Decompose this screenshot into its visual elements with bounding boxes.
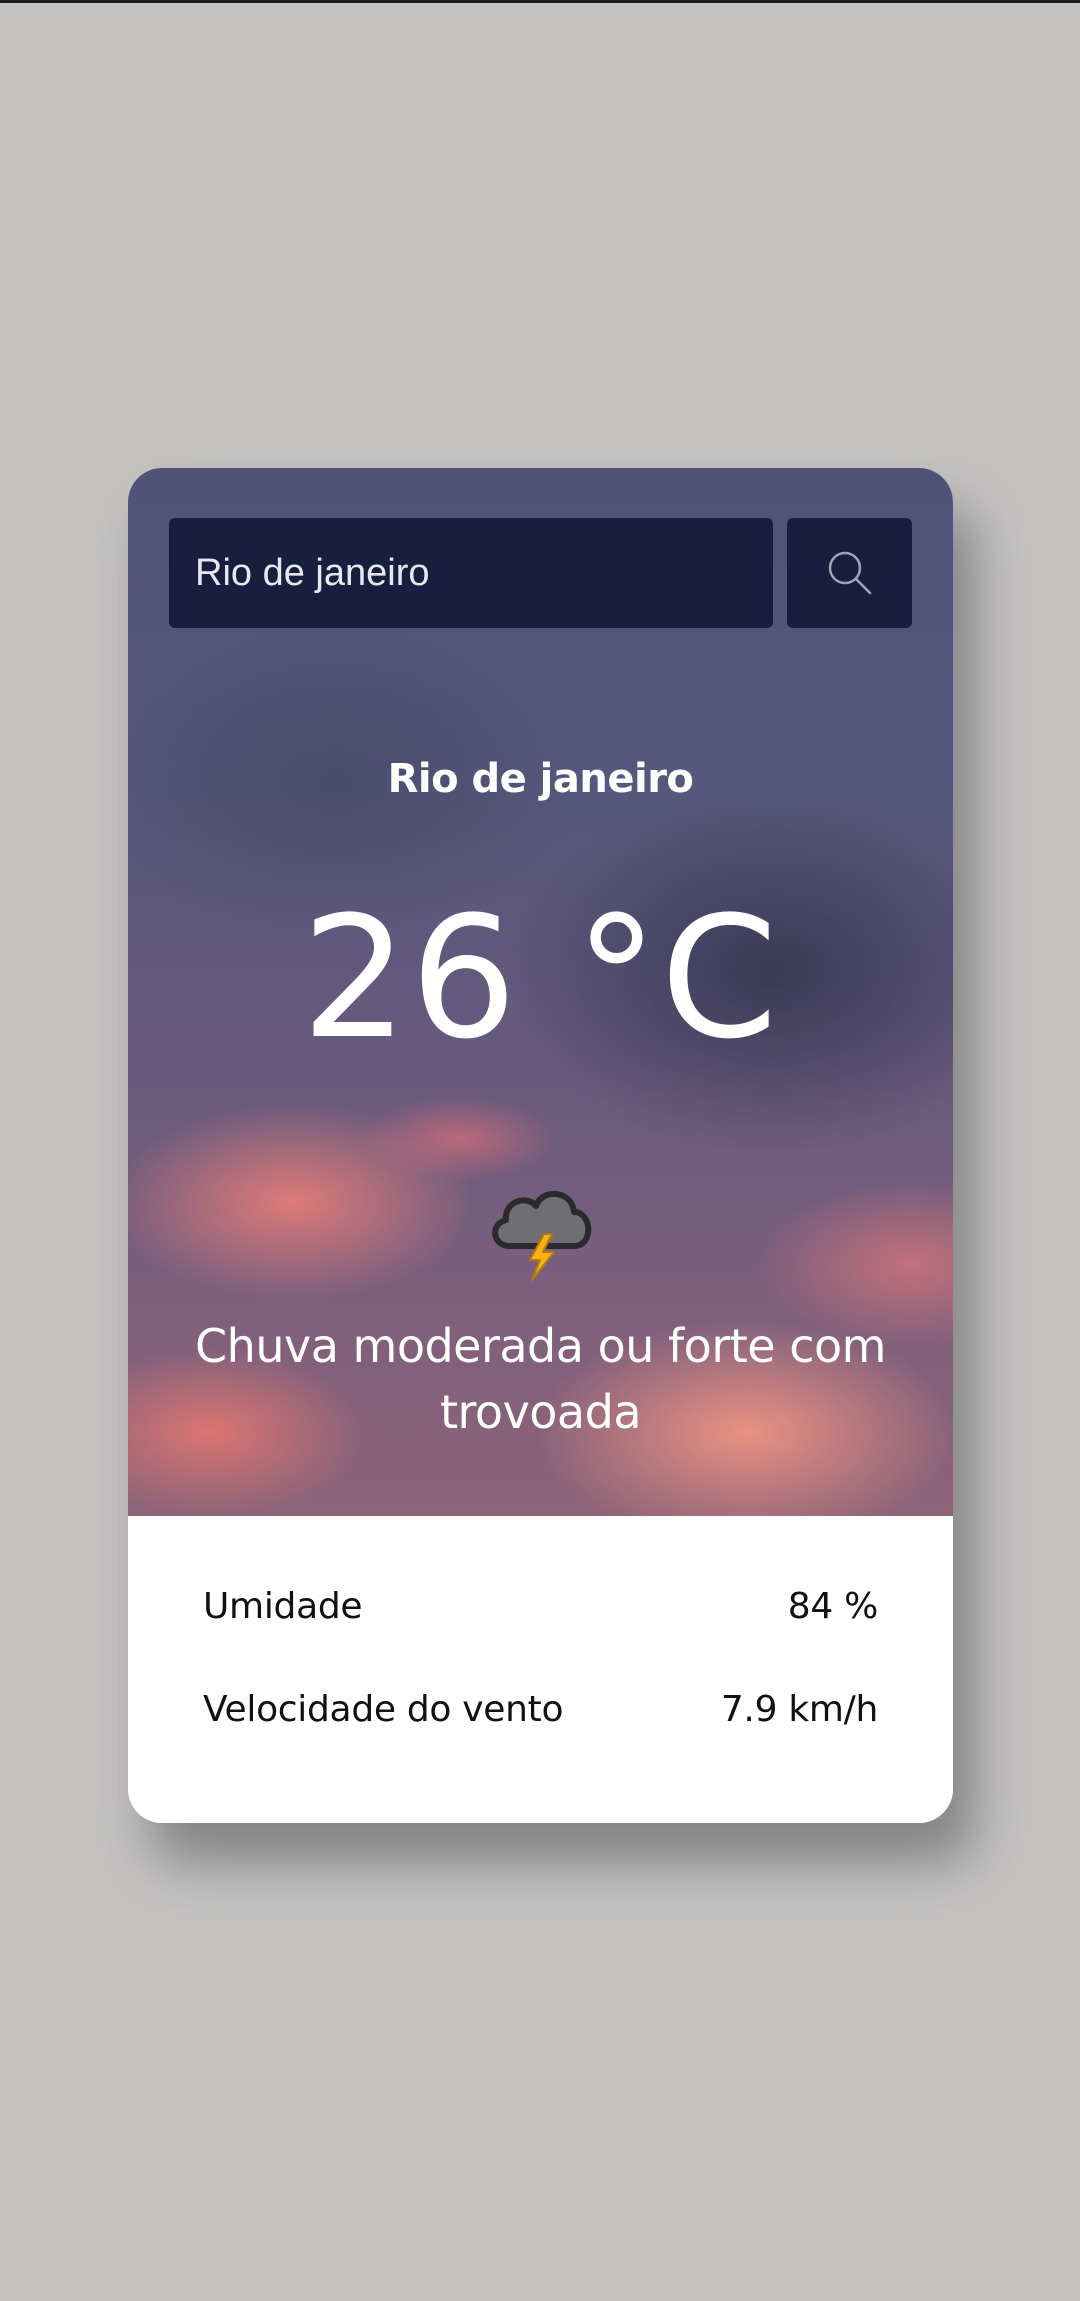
weather-card: Rio de janeiro 26 °C Chuva moderada ou f…	[128, 468, 953, 1823]
weather-hero-background: Rio de janeiro 26 °C Chuva moderada ou f…	[128, 468, 953, 1516]
search-button[interactable]	[787, 518, 912, 628]
search-icon	[828, 551, 871, 595]
wind-speed-label: Velocidade do vento	[203, 1689, 564, 1730]
thunderstorm-cloud-icon	[480, 1168, 600, 1288]
search-input[interactable]	[195, 551, 773, 595]
temperature-value: 26 °C	[301, 880, 780, 1076]
humidity-label: Umidade	[203, 1586, 363, 1627]
wind-speed-value: 7.9 km/h	[720, 1689, 878, 1730]
search-box[interactable]	[169, 518, 773, 628]
weather-details-panel: Umidade 84 % Velocidade do vento 7.9 km/…	[128, 1516, 953, 1823]
city-name: Rio de janeiro	[387, 756, 694, 802]
top-status-line	[0, 0, 1080, 3]
weather-condition: Chuva moderada ou forte com trovoada	[195, 1319, 886, 1439]
wind-speed-row: Velocidade do vento 7.9 km/h	[203, 1689, 878, 1730]
humidity-value: 84 %	[787, 1586, 879, 1627]
humidity-row: Umidade 84 %	[203, 1586, 878, 1627]
